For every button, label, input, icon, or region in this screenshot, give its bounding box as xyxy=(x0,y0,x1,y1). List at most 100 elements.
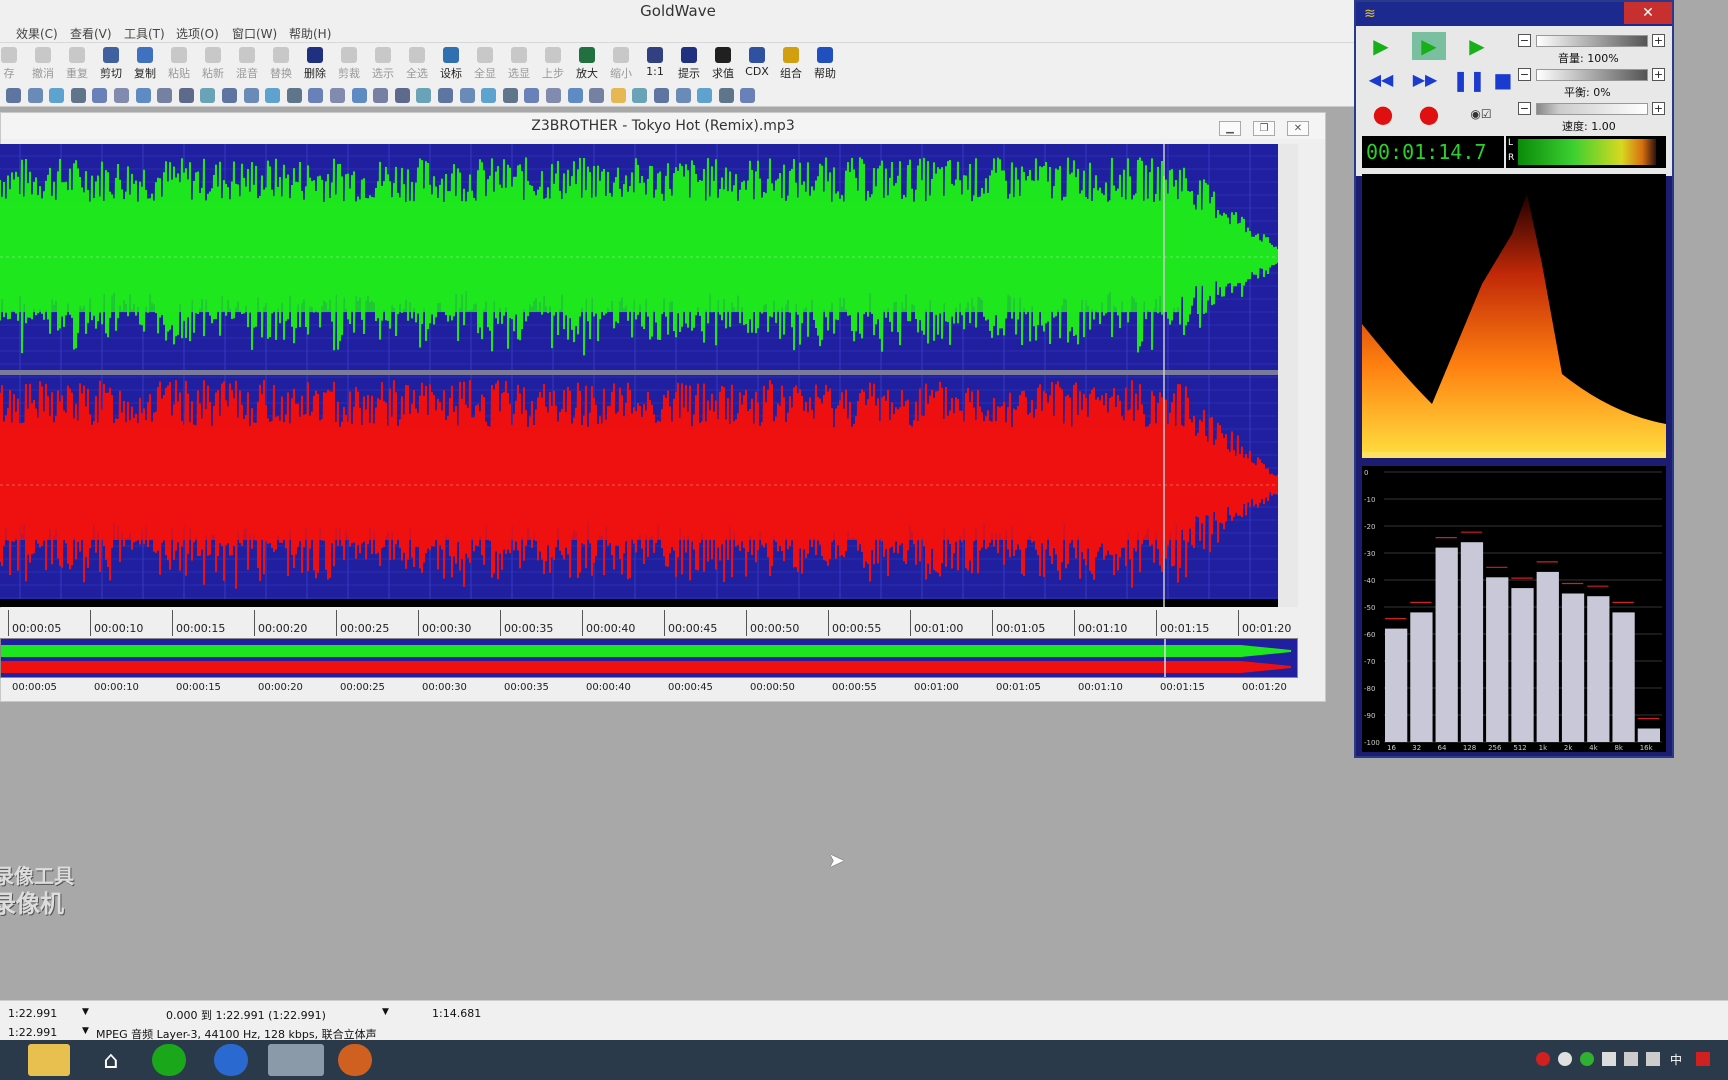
effect-tool-icon[interactable] xyxy=(632,88,648,103)
home-icon[interactable]: ⌂ xyxy=(90,1044,132,1076)
minimize-button[interactable]: ▁ xyxy=(1219,121,1241,136)
effect-tool-icon[interactable] xyxy=(178,88,194,103)
menu-effects[interactable]: 效果(C) xyxy=(16,25,58,42)
effect-tool-icon[interactable] xyxy=(49,88,65,103)
effect-tool-icon[interactable] xyxy=(222,88,237,103)
menu-view[interactable]: 查看(V) xyxy=(70,25,112,42)
vertical-scroll-area[interactable] xyxy=(1278,144,1298,607)
effect-tool-icon[interactable] xyxy=(92,88,108,103)
toolbar-zoom-in-button[interactable]: 放大 xyxy=(572,46,602,84)
menu-options[interactable]: 选项(O) xyxy=(176,25,219,42)
record-selection-icon[interactable]: ● xyxy=(1412,100,1446,128)
overview-graph[interactable] xyxy=(1,639,1298,678)
effect-tool-icon[interactable] xyxy=(438,88,453,103)
record-icon[interactable]: ● xyxy=(1366,100,1400,128)
volume-minus-button[interactable]: − xyxy=(1518,34,1531,47)
selection-dropdown-icon[interactable]: ▼ xyxy=(382,1007,389,1017)
restore-button[interactable]: ❐ xyxy=(1253,121,1275,136)
toolbar-evaluate-button[interactable]: 求值 xyxy=(708,46,738,84)
effect-tool-icon[interactable] xyxy=(351,88,367,103)
effect-tool-icon[interactable] xyxy=(135,88,151,103)
balance-minus-button[interactable]: − xyxy=(1518,68,1531,81)
toolbar-zoom-out-button[interactable]: 缩小 xyxy=(606,46,636,84)
effect-tool-icon[interactable] xyxy=(589,88,605,103)
toolbar-help-button[interactable]: 帮助 xyxy=(810,46,840,84)
speed-plus-button[interactable]: + xyxy=(1652,102,1665,115)
toolbar-copy-button[interactable]: 复制 xyxy=(130,46,160,84)
toolbar-delete-button[interactable]: 删除 xyxy=(300,46,330,84)
play-selection-icon[interactable]: ▶ xyxy=(1412,32,1446,60)
toolbar-mix-button[interactable]: 混音 xyxy=(232,46,262,84)
length-dropdown-icon[interactable]: ▼ xyxy=(82,1007,89,1017)
speed-slider[interactable] xyxy=(1536,103,1648,115)
close-window-button[interactable]: ✕ xyxy=(1287,121,1309,136)
effect-tool-icon[interactable] xyxy=(243,88,259,103)
tray-sogou-icon[interactable] xyxy=(1696,1052,1710,1066)
sogou-icon[interactable] xyxy=(214,1044,248,1076)
stop-icon[interactable]: ■ xyxy=(1486,66,1520,94)
close-control-button[interactable]: ✕ xyxy=(1624,2,1672,24)
effect-tool-icon[interactable] xyxy=(610,88,626,103)
effect-tool-icon[interactable] xyxy=(718,88,734,103)
recorder-taskbar-icon[interactable] xyxy=(338,1044,372,1076)
effect-tool-icon[interactable] xyxy=(330,88,345,103)
tray-network-icon[interactable] xyxy=(1624,1052,1638,1066)
play-icon[interactable]: ▶ xyxy=(1364,32,1398,60)
toolbar-cut-button[interactable]: 剪切 xyxy=(96,46,126,84)
menu-help[interactable]: 帮助(H) xyxy=(289,25,331,42)
speed-minus-button[interactable]: − xyxy=(1518,102,1531,115)
effect-tool-icon[interactable] xyxy=(675,88,691,103)
toolbar-combine-button[interactable]: 组合 xyxy=(776,46,806,84)
overview-waveform[interactable] xyxy=(0,638,1298,678)
toolbar-show-all-button[interactable]: 全显 xyxy=(470,46,500,84)
toolbar-redo-button[interactable]: 重复 xyxy=(62,46,92,84)
tray-security-icon[interactable] xyxy=(1580,1052,1594,1066)
fast-forward-icon[interactable]: ▶▶ xyxy=(1408,66,1442,94)
toolbar-previous-zoom-button[interactable]: 上步 xyxy=(538,46,568,84)
effect-tool-icon[interactable] xyxy=(481,88,497,103)
menu-window[interactable]: 窗口(W) xyxy=(232,25,277,42)
effect-tool-icon[interactable] xyxy=(394,88,410,103)
tray-wechat-icon[interactable] xyxy=(1558,1052,1572,1066)
effect-tool-icon[interactable] xyxy=(697,88,713,103)
tray-volume-icon[interactable] xyxy=(1646,1052,1660,1066)
volume-slider[interactable] xyxy=(1536,35,1648,47)
balance-slider[interactable] xyxy=(1536,69,1648,81)
effect-tool-icon[interactable] xyxy=(524,88,540,103)
toolbar-cd-extract-button[interactable]: CDX xyxy=(742,46,772,84)
effect-tool-icon[interactable] xyxy=(70,88,86,103)
play-from-cue-icon[interactable]: ▶ xyxy=(1460,32,1494,60)
toolbar-zoom-selection-button[interactable]: 选显 xyxy=(504,46,534,84)
toolbar-show-selection-button[interactable]: 选示 xyxy=(368,46,398,84)
toolbar-save-button[interactable]: 存 xyxy=(0,46,24,84)
menu-tools[interactable]: 工具(T) xyxy=(124,25,165,42)
toolbar-paste-button[interactable]: 粘贴 xyxy=(164,46,194,84)
toolbar-zoom-1to1-button[interactable]: 1:1 xyxy=(640,46,670,84)
toolbar-trim-button[interactable]: 剪裁 xyxy=(334,46,364,84)
volume-plus-button[interactable]: + xyxy=(1652,34,1665,47)
rewind-icon[interactable]: ◀◀ xyxy=(1364,66,1398,94)
effect-tool-icon[interactable] xyxy=(416,88,432,103)
pause-icon[interactable]: ❚❚ xyxy=(1452,66,1486,94)
toolbar-cue-button[interactable]: 提示 xyxy=(674,46,704,84)
effect-tool-icon[interactable] xyxy=(265,88,281,103)
goldwave-taskbar-icon[interactable] xyxy=(268,1044,324,1076)
effect-tool-icon[interactable] xyxy=(27,88,43,103)
toolbar-undo-button[interactable]: 撤消 xyxy=(28,46,58,84)
effect-tool-icon[interactable] xyxy=(654,88,669,103)
tray-flag-icon[interactable] xyxy=(1602,1052,1616,1066)
effect-tool-icon[interactable] xyxy=(459,88,475,103)
effect-tool-icon[interactable] xyxy=(567,88,583,103)
toolbar-select-all-button[interactable]: 全选 xyxy=(402,46,432,84)
toolbar-set-marker-button[interactable]: 设标 xyxy=(436,46,466,84)
wechat-icon[interactable] xyxy=(152,1044,186,1076)
tray-ime-icon[interactable]: 中 xyxy=(1670,1051,1682,1068)
monitor-icon[interactable]: ◉☑ xyxy=(1464,100,1498,128)
toolbar-replace-button[interactable]: 替换 xyxy=(266,46,296,84)
effect-tool-icon[interactable] xyxy=(502,88,518,103)
effect-tool-icon[interactable] xyxy=(286,88,302,103)
time-ruler[interactable]: 00:00:05 00:00:10 00:00:15 00:00:20 00:00:25… xyxy=(0,608,1298,638)
effect-tool-icon[interactable] xyxy=(308,88,324,103)
effect-tool-icon[interactable] xyxy=(157,88,173,103)
effect-tool-icon[interactable] xyxy=(373,88,389,103)
